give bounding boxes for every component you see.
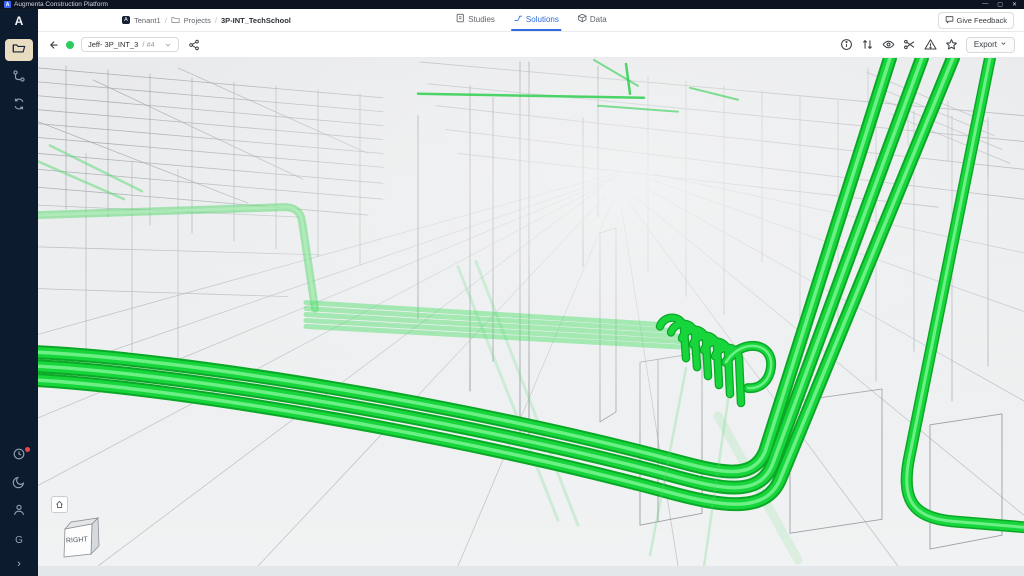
solution-name: Jeff- 3P_INT_3: [88, 40, 138, 49]
back-button[interactable]: [47, 39, 59, 51]
moon-icon: [12, 475, 26, 494]
letter-g-icon: G: [15, 535, 23, 546]
breadcrumb-separator: /: [165, 16, 167, 25]
top-nav: A Tenant1 / Projects / 3P-INT_TechSchool: [38, 9, 1024, 32]
user-icon: [12, 503, 26, 522]
history-icon: [12, 447, 26, 466]
window-title: Augmenta Construction Platform: [14, 1, 979, 8]
main-tabs: Studies Solutions Data: [453, 9, 609, 31]
eye-icon[interactable]: [882, 38, 895, 51]
view-cube[interactable]: RIGHT: [56, 513, 104, 561]
feedback-label: Give Feedback: [957, 16, 1007, 25]
feedback-icon: [945, 15, 954, 26]
info-icon[interactable]: [840, 38, 853, 51]
tab-label: Studies: [468, 15, 495, 24]
breadcrumb-projects[interactable]: Projects: [184, 16, 211, 25]
sync-icon: [12, 97, 26, 116]
export-button[interactable]: Export: [966, 37, 1015, 53]
sidebar-item-routing[interactable]: [5, 67, 33, 89]
route-icon: [513, 13, 523, 25]
warning-icon[interactable]: [924, 38, 937, 51]
tab-solutions[interactable]: Solutions: [511, 9, 561, 31]
solution-select[interactable]: Jeff- 3P_INT_3 / #4: [81, 37, 179, 52]
star-icon[interactable]: [945, 38, 958, 51]
sidebar-expand-chevron[interactable]: ›: [17, 554, 21, 576]
home-view-button[interactable]: [51, 496, 68, 513]
app-window: A Augmenta Construction Platform — ▢ ✕ A: [0, 0, 1024, 576]
cube-icon: [577, 13, 587, 25]
bottom-strip: [38, 566, 1024, 576]
wireframe-model: [38, 58, 1024, 566]
sidebar-item-sync[interactable]: [5, 95, 33, 117]
solution-version: / #4: [142, 40, 155, 49]
tab-studies[interactable]: Studies: [453, 9, 497, 31]
compare-icon[interactable]: [861, 38, 874, 51]
breadcrumb: A Tenant1 / Projects / 3P-INT_TechSchool: [38, 15, 291, 26]
sidebar-item-dark-mode[interactable]: [5, 473, 33, 495]
breadcrumb-tenant[interactable]: Tenant1: [134, 16, 161, 25]
tab-label: Data: [590, 15, 607, 24]
sidebar-logo: A: [15, 9, 24, 36]
maximize-button[interactable]: ▢: [997, 1, 1003, 8]
breadcrumb-separator: /: [215, 16, 217, 25]
export-label: Export: [974, 40, 997, 49]
fog-overlay: [38, 58, 1024, 566]
tab-label: Solutions: [526, 15, 559, 24]
sidebar: A: [0, 9, 38, 576]
window-controls: — ▢ ✕: [982, 1, 1020, 8]
folder-icon: [12, 41, 26, 60]
sidebar-item-language[interactable]: G: [5, 529, 33, 551]
viewer-toolbar-right: Export: [840, 37, 1015, 53]
breadcrumb-project-name[interactable]: 3P-INT_TechSchool: [221, 16, 291, 25]
close-button[interactable]: ✕: [1012, 1, 1017, 8]
tab-data[interactable]: Data: [575, 9, 609, 31]
share-button[interactable]: [188, 39, 200, 51]
chevron-down-icon: [1000, 40, 1007, 49]
projects-folder-icon: [171, 15, 180, 26]
minimize-button[interactable]: —: [982, 1, 988, 8]
scissors-icon[interactable]: [903, 38, 916, 51]
solution-status-dot: [66, 41, 74, 49]
tenant-avatar: A: [122, 16, 130, 24]
sidebar-item-profile[interactable]: [5, 501, 33, 523]
home-icon: [55, 496, 64, 514]
give-feedback-button[interactable]: Give Feedback: [938, 12, 1014, 29]
viewer-toolbar: Jeff- 3P_INT_3 / #4: [38, 32, 1024, 58]
3d-viewport[interactable]: RIGHT: [38, 58, 1024, 566]
app-logo: A: [4, 1, 11, 8]
document-icon: [455, 13, 465, 25]
sidebar-item-projects[interactable]: [5, 39, 33, 61]
chevron-down-icon: [164, 41, 172, 49]
sidebar-item-history[interactable]: [5, 445, 33, 467]
notification-badge: [25, 447, 30, 452]
route-icon: [12, 69, 26, 88]
window-titlebar: A Augmenta Construction Platform — ▢ ✕: [0, 0, 1024, 9]
